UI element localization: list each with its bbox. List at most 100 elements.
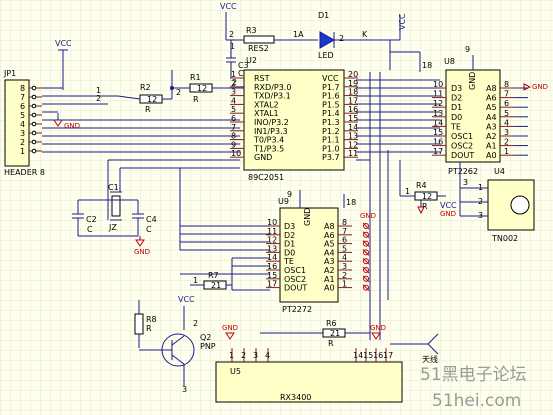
watermark-url: 51hei.com: [432, 391, 521, 411]
pin-number: 17: [267, 280, 277, 289]
pin-number: 8: [231, 132, 236, 141]
pin-number: 8: [342, 218, 347, 227]
pin-number: 6: [231, 114, 236, 123]
pin-name: P1.6: [322, 92, 340, 101]
r7-value: 21: [211, 281, 221, 290]
u4-part: TN002: [491, 234, 518, 243]
pin-number: 8: [20, 84, 25, 93]
pin-name: DOUT: [284, 284, 307, 293]
pin-name: TXD/P3.1: [253, 92, 291, 101]
pin-name: VCC: [322, 74, 339, 83]
u2-ref: U2: [246, 56, 257, 65]
pin-number: 3: [231, 88, 236, 97]
u2-part: 89C2051: [248, 173, 284, 182]
r7-ref: R7: [208, 271, 219, 280]
pin-name: A4: [486, 113, 497, 122]
r8-ref: R8: [146, 315, 157, 324]
q2-pin3: 3: [182, 385, 187, 394]
net-r7-1: 1: [193, 276, 198, 285]
pin-name: INO/P3.2: [254, 118, 289, 127]
pin-name: P1.7: [322, 83, 340, 92]
pin-name: P1.5: [322, 100, 340, 109]
pin-number: 10: [231, 149, 241, 158]
pin-name: A0: [486, 151, 497, 160]
u9-gnd-net: GND: [360, 212, 376, 220]
pin-name: A0: [324, 284, 335, 293]
u9-part: PT2272: [282, 305, 312, 314]
pin-name: A3: [486, 122, 497, 131]
pin-number: 16: [348, 105, 358, 114]
pin-number: 5: [504, 109, 509, 118]
pin-name: GND: [254, 153, 272, 162]
pin-number: 12: [267, 236, 277, 245]
pin-number: 3: [20, 129, 25, 138]
vcc-q2: VCC: [178, 295, 195, 304]
r2-ref: R2: [140, 83, 151, 92]
pin-name: D3: [284, 222, 295, 231]
pin-number: 7: [504, 90, 509, 99]
c3-type: C: [238, 69, 244, 78]
pin-number: 13: [433, 109, 443, 118]
u5-ref: U5: [230, 367, 241, 376]
vcc-top-label: VCC: [220, 2, 237, 11]
gnd-label: GND: [64, 122, 80, 130]
watermark-cn: 51黑电子论坛: [420, 365, 527, 385]
pin-number: 16: [433, 138, 443, 147]
pin-name: DOUT: [451, 151, 474, 160]
pin-name: TE: [283, 257, 294, 266]
pin-name: A1: [486, 142, 497, 151]
pin-socket: [31, 94, 37, 100]
pin-name: A8: [486, 84, 497, 93]
pin-number: 3: [504, 128, 509, 137]
r6-ref: R6: [326, 319, 337, 328]
r4-value: 12: [422, 192, 432, 201]
pin-number: 6: [342, 236, 347, 245]
pin-name: P1.1: [322, 136, 340, 145]
u9-gnd: GND: [303, 208, 312, 226]
pin-socket: [31, 112, 37, 118]
pin-number: 18: [348, 88, 358, 97]
pin-number: 4: [231, 96, 236, 105]
led-anode: 1A: [293, 30, 304, 39]
pin-name: T0/P3.4: [253, 136, 284, 145]
pin-name: A3: [324, 257, 335, 266]
pin-name: D0: [451, 113, 462, 122]
net-u4-3: 3: [463, 178, 468, 187]
c4-type: C: [146, 225, 152, 234]
gnd-u5-left: GND: [222, 324, 238, 332]
pin-name: A5: [324, 240, 335, 249]
r2-value: 12: [147, 95, 157, 104]
pin-number: 2: [504, 138, 509, 147]
pin-number: 2: [231, 79, 236, 88]
gnd-caps-label: GND: [134, 248, 150, 256]
pin-name: P3.7: [322, 153, 340, 162]
pin-name: D1: [284, 240, 295, 249]
pin-number: 17: [383, 351, 393, 360]
pin-name: D2: [284, 231, 295, 240]
pin-name: OSC1: [451, 132, 473, 141]
grid-background: [0, 0, 553, 415]
capacitor-c1[interactable]: C1: [108, 183, 119, 192]
r6-type: R: [328, 339, 334, 348]
pin-name: T1/P3.5: [253, 144, 284, 153]
pin-number: 8: [504, 80, 509, 89]
gnd-u5-right: GND: [370, 324, 386, 332]
pin-number: 1: [229, 351, 234, 360]
chip-u2-89c2051[interactable]: 89C2051 1 RST 2 RXD/P3.0 3 TXD/P3.1 4 XTAL2 5 XTA…: [230, 69, 358, 182]
pin-number: 5: [342, 244, 347, 253]
pin-number: 2: [241, 351, 246, 360]
jp1-name: HEADER 8: [4, 168, 45, 177]
pin-number: 15: [267, 271, 277, 280]
u8-part: PT2262: [448, 167, 478, 176]
net-r4-1: 1: [405, 187, 410, 196]
net-r3-2: 2: [229, 30, 234, 39]
q2-ref: Q2: [200, 333, 211, 342]
pin-number: 15: [363, 351, 373, 360]
vcc-label: VCC: [55, 39, 72, 48]
pin-number: 14: [353, 351, 363, 360]
pin-number: 1: [504, 147, 509, 156]
r6-value: 21: [330, 329, 340, 338]
pin-name: OSC2: [284, 275, 306, 284]
pin-number: 2: [20, 138, 25, 147]
pin-name: A1: [324, 275, 335, 284]
